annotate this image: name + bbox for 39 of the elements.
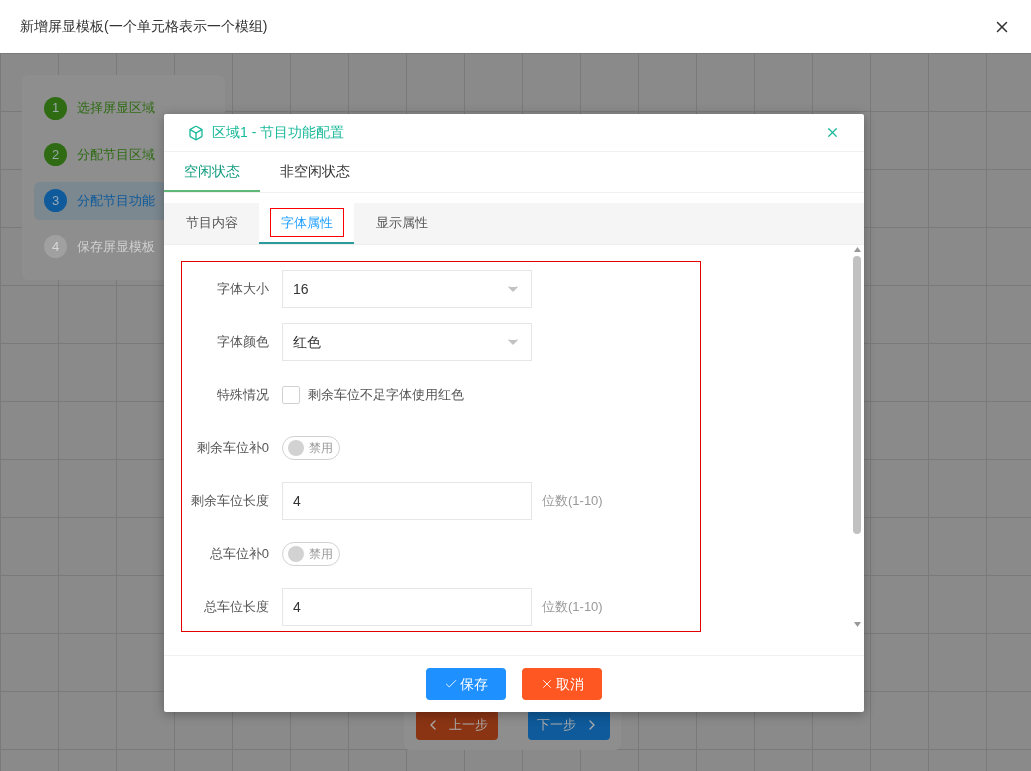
step-label: 选择屏显区域 bbox=[77, 99, 155, 118]
step-number: 4 bbox=[44, 235, 67, 259]
property-tab[interactable]: 显示属性 bbox=[354, 203, 449, 244]
field-label: 特殊情况 bbox=[216, 386, 270, 405]
cube-icon bbox=[188, 124, 204, 141]
state-tab[interactable]: 非空闲状态 bbox=[260, 152, 370, 192]
step-number: 1 bbox=[44, 96, 67, 120]
field-label: 总车位长度 bbox=[203, 598, 270, 617]
input-field[interactable]: 4 bbox=[282, 588, 532, 626]
window-title: 新增屏显模板(一个单元格表示一个模组) bbox=[20, 17, 268, 36]
select-field[interactable]: 16 bbox=[282, 270, 532, 308]
previous-step-button[interactable]: 上一步 bbox=[415, 710, 498, 740]
field-label: 剩余车位长度 bbox=[190, 492, 270, 511]
field-label: 剩余车位补0 bbox=[195, 439, 270, 458]
next-step-button[interactable]: 下一步 bbox=[527, 710, 610, 740]
save-button[interactable]: 保存 bbox=[426, 668, 506, 700]
input-field[interactable]: 4 bbox=[282, 482, 532, 520]
field-hint: 位数(1-10) bbox=[542, 492, 603, 511]
step-label: 保存屏显模板 bbox=[77, 238, 155, 257]
step-label: 分配节目功能 bbox=[77, 191, 155, 210]
field-label: 字体大小 bbox=[216, 280, 270, 299]
scroll-up-arrow-icon[interactable] bbox=[853, 247, 861, 252]
field-label: 字体颜色 bbox=[216, 333, 270, 352]
state-tab[interactable]: 空闲状态 bbox=[164, 152, 260, 192]
scroll-down-arrow-icon[interactable] bbox=[853, 622, 861, 627]
step-number: 2 bbox=[44, 142, 67, 166]
select-field[interactable]: 红色 bbox=[282, 323, 532, 361]
check-icon bbox=[444, 677, 458, 691]
field-hint: 位数(1-10) bbox=[542, 598, 603, 617]
property-tab[interactable]: 字体属性 bbox=[259, 203, 354, 244]
checkbox[interactable] bbox=[282, 386, 300, 404]
step-item[interactable]: 1 选择屏显区域 bbox=[34, 89, 213, 128]
dialog-title: 区域1 - 节目功能配置 bbox=[212, 123, 345, 142]
cancel-button[interactable]: 取消 bbox=[522, 668, 602, 700]
checkbox-label: 剩余车位不足字体使用红色 bbox=[308, 386, 464, 405]
step-label: 分配节目区域 bbox=[77, 145, 155, 164]
x-icon bbox=[540, 677, 554, 691]
step-number: 3 bbox=[44, 189, 67, 213]
field-label: 总车位补0 bbox=[208, 545, 270, 564]
